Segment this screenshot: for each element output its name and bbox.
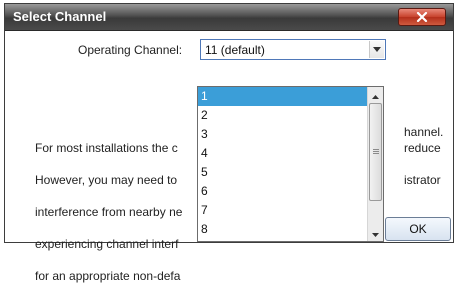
grip-line [373,149,379,150]
channel-option[interactable]: 6 [198,182,367,201]
channel-option[interactable]: 4 [198,144,367,163]
channel-options: 1 2 3 4 5 6 7 8 [198,87,367,239]
grip-line [373,151,379,152]
scroll-down-button[interactable] [368,226,383,240]
ok-button[interactable]: OK [385,217,451,241]
channel-option[interactable]: 7 [198,201,367,220]
chevron-down-icon[interactable] [369,41,384,58]
channel-option[interactable]: 1 [198,87,367,106]
operating-channel-label: Operating Channel: [78,43,183,57]
close-x-icon [416,12,428,22]
channel-option[interactable]: 3 [198,125,367,144]
channel-option[interactable]: 2 [198,106,367,125]
description-line: for an appropriate non-defa [35,269,181,283]
dropdown-scrollbar[interactable] [367,87,383,241]
channel-option[interactable]: 8 [198,220,367,239]
description-fragment: istrator [404,173,441,187]
title-bar[interactable]: Select Channel [5,4,453,31]
operating-channel-value: 11 (default) [205,43,265,57]
grip-line [373,153,379,154]
scroll-thumb[interactable] [369,103,382,201]
channel-option[interactable]: 5 [198,163,367,182]
scroll-up-button[interactable] [368,88,383,102]
close-button[interactable] [398,8,446,26]
description-fragment: reduce [404,141,441,155]
dialog-title: Select Channel [13,9,107,24]
operating-channel-select[interactable]: 11 (default) [200,39,386,60]
chevron-down-icon [372,224,379,241]
chevron-up-icon [372,87,379,104]
description-fragment [404,156,443,172]
description-fragment: hannel. [404,125,444,139]
description-right-fragments: hannel. reduce istrator [404,124,443,188]
channel-dropdown-list[interactable]: 1 2 3 4 5 6 7 8 [197,86,384,242]
